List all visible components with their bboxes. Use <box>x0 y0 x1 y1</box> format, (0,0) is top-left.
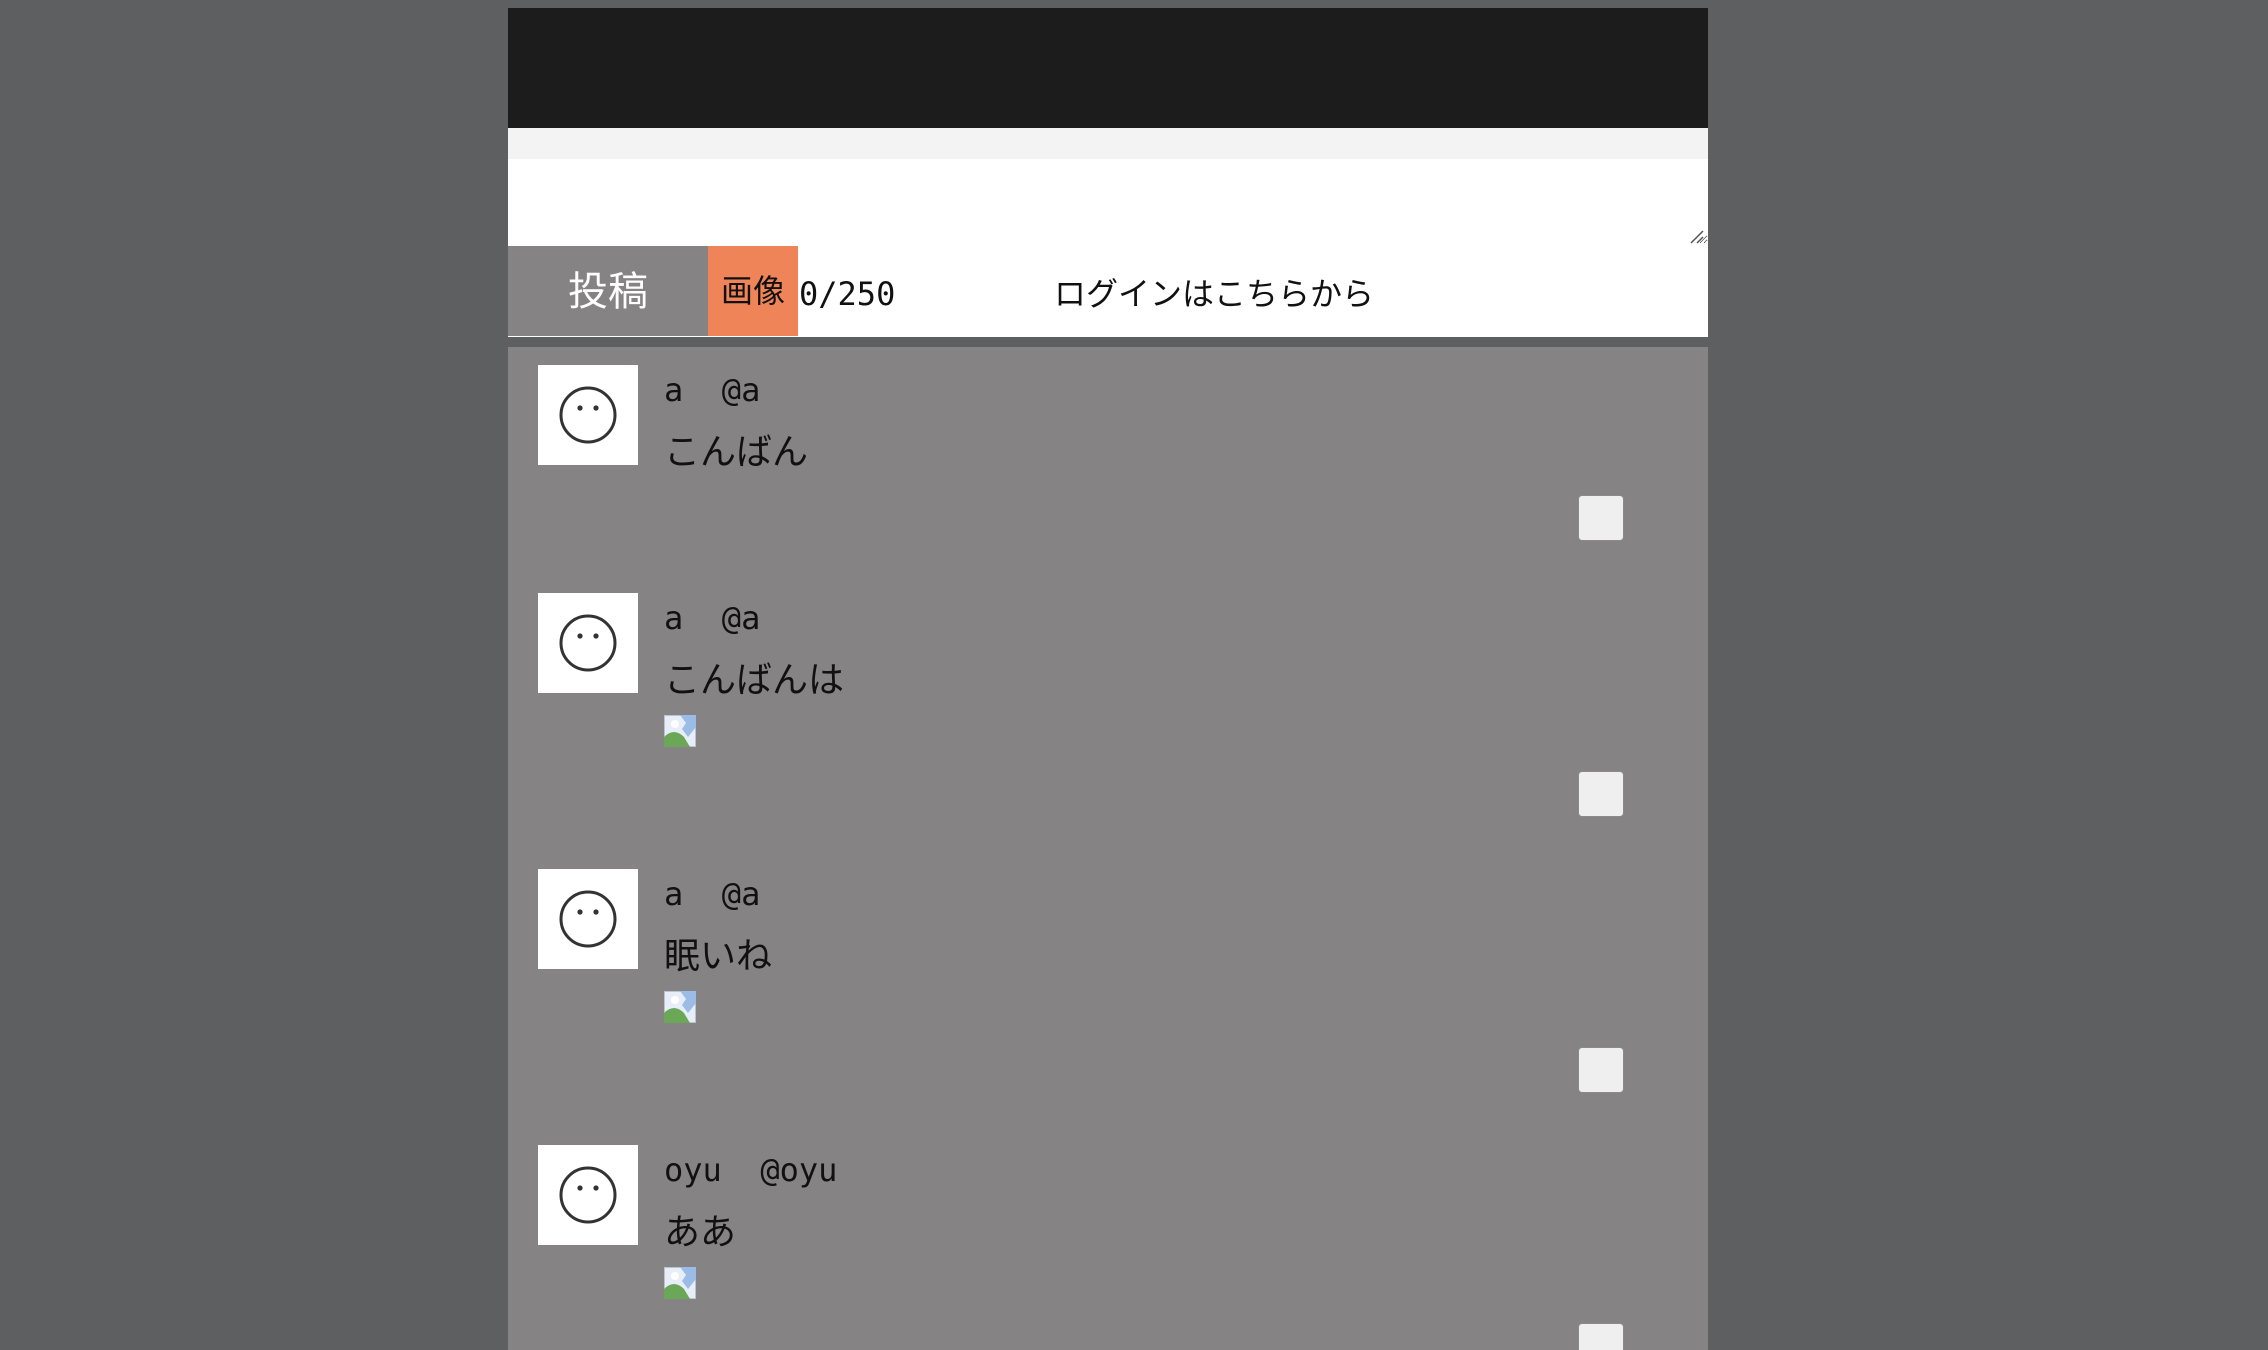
resize-grip-icon[interactable] <box>1688 228 1704 244</box>
app-window: 投稿 画像 0/250 ログインはこちらから a @a こんばん a @a こん… <box>508 8 1708 1350</box>
like-button[interactable] <box>1578 771 1624 817</box>
compose-toolbar: 投稿 画像 0/250 ログインはこちらから <box>508 246 1708 337</box>
post-textarea[interactable] <box>508 159 1708 244</box>
avatar[interactable] <box>538 365 638 465</box>
author-name: oyu <box>664 1151 722 1189</box>
avatar[interactable] <box>538 1145 638 1245</box>
post-author: a @a <box>664 875 760 913</box>
author-name: a <box>664 371 684 409</box>
like-button[interactable] <box>1578 1323 1624 1350</box>
post-author: a @a <box>664 371 760 409</box>
post-button[interactable]: 投稿 <box>508 246 708 336</box>
post-author: a @a <box>664 599 760 637</box>
neutral-face-icon <box>559 386 617 444</box>
character-counter: 0/250 <box>799 275 896 313</box>
author-handle: @oyu <box>760 1151 838 1189</box>
broken-image-icon <box>664 1267 696 1299</box>
compose-top-strip <box>508 128 1708 159</box>
author-name: a <box>664 599 684 637</box>
avatar[interactable] <box>538 593 638 693</box>
author-handle: @a <box>721 599 761 637</box>
post-author: oyu @oyu <box>664 1151 837 1189</box>
post-text: こんばん <box>664 432 809 473</box>
image-upload-button[interactable]: 画像 <box>708 246 798 336</box>
like-button[interactable] <box>1578 1047 1624 1093</box>
login-link[interactable]: ログインはこちらから <box>1054 246 1374 336</box>
author-handle: @a <box>721 371 761 409</box>
author-handle: @a <box>721 875 761 913</box>
neutral-face-icon <box>559 1166 617 1224</box>
neutral-face-icon <box>559 614 617 672</box>
broken-image-icon <box>664 715 696 747</box>
post-text: こんばんは <box>664 660 845 701</box>
post-text: ああ <box>664 1212 737 1253</box>
neutral-face-icon <box>559 890 617 948</box>
broken-image-icon <box>664 991 696 1023</box>
like-button[interactable] <box>1578 495 1624 541</box>
section-divider <box>508 337 1708 347</box>
top-header-bar <box>508 8 1708 128</box>
post-text: 眠いね <box>664 936 773 977</box>
avatar[interactable] <box>538 869 638 969</box>
author-name: a <box>664 875 684 913</box>
